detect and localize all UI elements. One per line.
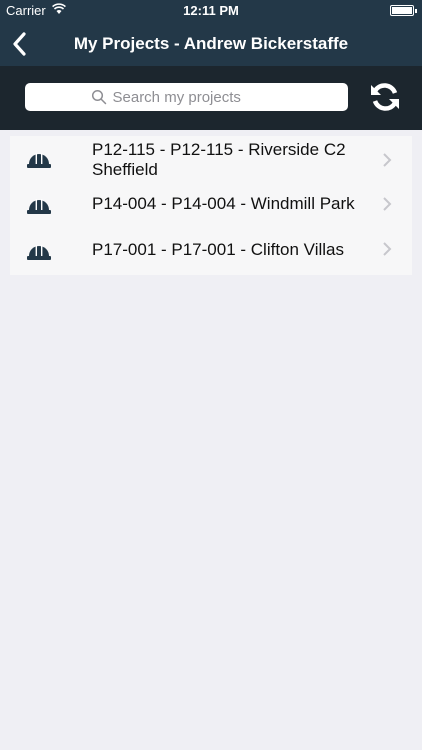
hard-hat-icon bbox=[27, 153, 51, 168]
project-label: P12-115 - P12-115 - Riverside C2 Sheffie… bbox=[92, 140, 377, 180]
back-button[interactable] bbox=[8, 28, 36, 60]
project-label: P17-001 - P17-001 - Clifton Villas bbox=[92, 240, 344, 259]
chevron-right-icon bbox=[383, 242, 392, 256]
nav-bar: My Projects - Andrew Bickerstaffe bbox=[0, 22, 422, 66]
chevron-left-icon bbox=[13, 32, 26, 56]
battery-icon bbox=[390, 5, 417, 16]
project-location: Sheffield bbox=[92, 160, 158, 179]
top-bar: Carrier 12:11 PM My Projects - Andrew Bi… bbox=[0, 0, 422, 66]
page-title: My Projects - Andrew Bickerstaffe bbox=[73, 34, 349, 53]
search-icon bbox=[91, 89, 106, 105]
hard-hat-icon bbox=[27, 199, 51, 214]
project-row[interactable]: P17-001 - P17-001 - Clifton Villas bbox=[10, 229, 412, 275]
search-field[interactable] bbox=[25, 83, 348, 111]
status-time: 12:11 PM bbox=[183, 3, 239, 18]
project-row[interactable]: P14-004 - P14-004 - Windmill Park bbox=[10, 183, 412, 229]
refresh-icon bbox=[371, 83, 399, 111]
chevron-right-icon bbox=[383, 197, 392, 211]
hard-hat-icon bbox=[27, 245, 51, 260]
projects-list: P12-115 - P12-115 - Riverside C2 Sheffie… bbox=[10, 136, 412, 275]
chevron-right-icon bbox=[383, 153, 392, 167]
search-bar bbox=[0, 66, 422, 130]
refresh-button[interactable] bbox=[368, 80, 402, 114]
search-input[interactable] bbox=[112, 88, 283, 106]
project-row[interactable]: P12-115 - P12-115 - Riverside C2 Sheffie… bbox=[10, 136, 412, 183]
project-name: P12-115 - P12-115 - Riverside C2 bbox=[92, 140, 346, 159]
project-label: P14-004 - P14-004 - Windmill Park bbox=[92, 194, 355, 213]
status-bar: Carrier 12:11 PM bbox=[0, 0, 422, 22]
